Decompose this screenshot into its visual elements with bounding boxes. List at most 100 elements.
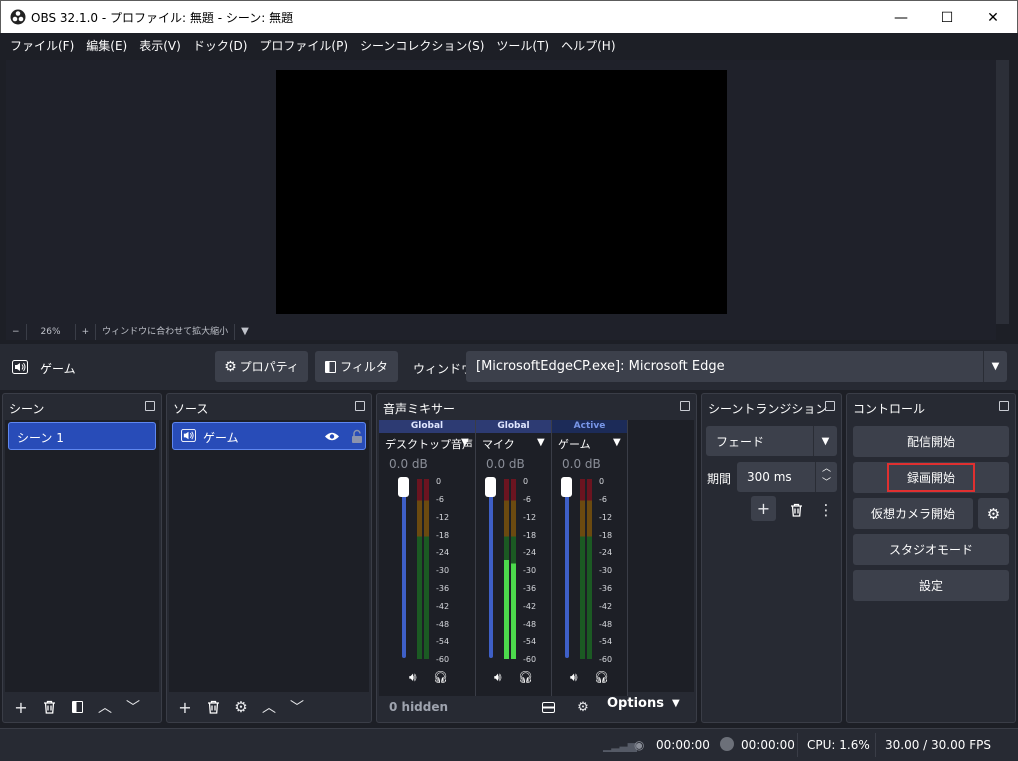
- volume-fader-knob[interactable]: [485, 477, 496, 497]
- zoom-dropdown-button[interactable]: ▼: [235, 324, 255, 340]
- mixer-toolbar: 0 hidden ⚙ Options ▼: [377, 692, 696, 722]
- tick-label: -48: [436, 620, 450, 629]
- tick-label: -60: [599, 655, 613, 664]
- add-icon[interactable]: +: [751, 496, 776, 521]
- scenes-dock: シーン シーン 1 + ︿ ﹀: [2, 393, 162, 723]
- eye-icon[interactable]: [324, 431, 340, 442]
- move-down-icon[interactable]: ﹀: [119, 693, 147, 721]
- headphones-icon[interactable]: 🎧︎: [433, 670, 448, 684]
- channel-name[interactable]: マイク: [482, 436, 515, 452]
- menu-dock[interactable]: ドック(D): [187, 37, 254, 54]
- trash-icon[interactable]: [35, 693, 63, 721]
- record-icon: [720, 737, 734, 751]
- tick-label: -36: [436, 584, 450, 593]
- tick-label: -18: [436, 531, 450, 540]
- minimize-button[interactable]: —: [878, 1, 924, 34]
- menu-view[interactable]: 表示(V): [133, 37, 187, 54]
- speaker-icon[interactable]: 🔊︎: [409, 670, 417, 685]
- undock-icon[interactable]: [999, 401, 1009, 411]
- virtual-camera-button[interactable]: 仮想カメラ開始: [853, 498, 973, 529]
- volume-fader-knob[interactable]: [561, 477, 572, 497]
- divider: [797, 733, 798, 757]
- undock-icon[interactable]: [825, 401, 835, 411]
- zoom-fit-button[interactable]: ウィンドウに合わせて拡大縮小: [96, 324, 236, 340]
- menu-tools[interactable]: ツール(T): [490, 37, 555, 54]
- volume-fader-knob[interactable]: [398, 477, 409, 497]
- trash-icon[interactable]: [782, 496, 810, 524]
- chevron-down-icon[interactable]: ▼: [613, 437, 621, 448]
- chevron-down-icon: ▼: [813, 426, 837, 456]
- preview-scrollbar[interactable]: [996, 60, 1009, 324]
- properties-button[interactable]: ⚙ プロパティ: [215, 351, 308, 382]
- close-button[interactable]: ✕: [970, 1, 1016, 34]
- chevron-down-icon[interactable]: ▼: [461, 437, 469, 448]
- add-icon[interactable]: +: [171, 693, 199, 721]
- menu-scene-collection[interactable]: シーンコレクション(S): [354, 37, 490, 54]
- controls-title: コントロール: [853, 402, 926, 416]
- volume-fader-track[interactable]: [565, 482, 569, 658]
- scene-item[interactable]: シーン 1: [8, 422, 156, 450]
- tick-label: -6: [436, 495, 444, 504]
- advanced-settings-icon[interactable]: ⚙: [569, 693, 597, 721]
- undock-icon[interactable]: [145, 401, 155, 411]
- move-up-icon[interactable]: ︿: [255, 693, 283, 721]
- properties-label: プロパティ: [239, 360, 299, 374]
- zoom-out-button[interactable]: −: [6, 324, 27, 340]
- tick-label: -36: [523, 584, 537, 593]
- audio-mixer-dock: 音声ミキサー Global デスクトップ音声 ▼ 0.0 dB 0 -6 -12…: [376, 393, 697, 723]
- menu-help[interactable]: ヘルプ(H): [555, 37, 621, 54]
- add-icon[interactable]: +: [7, 693, 35, 721]
- speaker-icon[interactable]: 🔊︎: [570, 670, 578, 685]
- move-up-icon[interactable]: ︿: [91, 693, 119, 721]
- volume-fader-track[interactable]: [489, 482, 493, 658]
- undock-icon[interactable]: [680, 401, 690, 411]
- menu-profile[interactable]: プロファイル(P): [253, 37, 354, 54]
- filter-icon[interactable]: [63, 693, 91, 721]
- menu-edit[interactable]: 編集(E): [80, 37, 133, 54]
- zoom-in-button[interactable]: +: [76, 324, 97, 340]
- layout-icon[interactable]: [534, 693, 562, 721]
- mixer-channels: Global デスクトップ音声 ▼ 0.0 dB 0 -6 -12 -18 -2…: [379, 420, 694, 696]
- lock-icon[interactable]: [351, 429, 363, 444]
- channel-name[interactable]: デスクトップ音声: [385, 436, 473, 452]
- transitions-title: シーントランジション: [708, 402, 828, 416]
- menu-file[interactable]: ファイル(F): [4, 37, 80, 54]
- volume-fader-track[interactable]: [402, 482, 406, 658]
- source-item[interactable]: ゲーム: [172, 422, 366, 450]
- recording-highlight: 録画開始: [887, 463, 975, 492]
- gear-icon[interactable]: ⚙: [227, 693, 255, 721]
- studio-mode-button[interactable]: スタジオモード: [853, 534, 1009, 565]
- headphones-icon[interactable]: 🎧︎: [594, 670, 609, 684]
- preview-canvas[interactable]: [276, 70, 727, 314]
- speaker-icon[interactable]: 🔊︎: [494, 670, 502, 685]
- channel-volume-db: 0.0 dB: [562, 457, 601, 471]
- audio-source-icon: [181, 429, 196, 442]
- channel-name[interactable]: ゲーム: [558, 436, 591, 452]
- sources-title: ソース: [173, 402, 209, 416]
- transition-select[interactable]: フェード ▼: [706, 426, 837, 456]
- window-select[interactable]: [MicrosoftEdgeCP.exe]: Microsoft Edge ▼: [466, 351, 1007, 382]
- move-down-icon[interactable]: ﹀: [283, 693, 311, 721]
- tick-label: -48: [523, 620, 537, 629]
- start-streaming-button[interactable]: 配信開始: [853, 426, 1009, 457]
- more-icon[interactable]: ⋮: [812, 496, 840, 524]
- start-recording-button[interactable]: 録画開始: [853, 462, 1009, 493]
- headphones-icon[interactable]: 🎧︎: [518, 670, 533, 684]
- sources-list[interactable]: ゲーム: [169, 420, 369, 692]
- audio-meter: [417, 479, 422, 659]
- maximize-button[interactable]: ☐: [924, 1, 970, 34]
- duration-spinbox[interactable]: 300 ms ︿ ﹀: [737, 462, 837, 492]
- trash-icon[interactable]: [199, 693, 227, 721]
- settings-button[interactable]: 設定: [853, 570, 1009, 601]
- tick-label: -24: [436, 548, 450, 557]
- filters-button[interactable]: フィルタ: [315, 351, 398, 382]
- options-button[interactable]: Options ▼: [607, 696, 680, 711]
- hidden-count[interactable]: 0 hidden: [389, 700, 448, 714]
- scenes-toolbar: + ︿ ﹀: [3, 692, 161, 722]
- scenes-list[interactable]: シーン 1: [5, 420, 159, 692]
- chevron-down-icon[interactable]: ▼: [537, 437, 545, 448]
- tick-label: -6: [599, 495, 607, 504]
- spin-arrows-icon[interactable]: ︿ ﹀: [815, 462, 837, 492]
- gear-icon[interactable]: ⚙: [978, 498, 1009, 529]
- undock-icon[interactable]: [355, 401, 365, 411]
